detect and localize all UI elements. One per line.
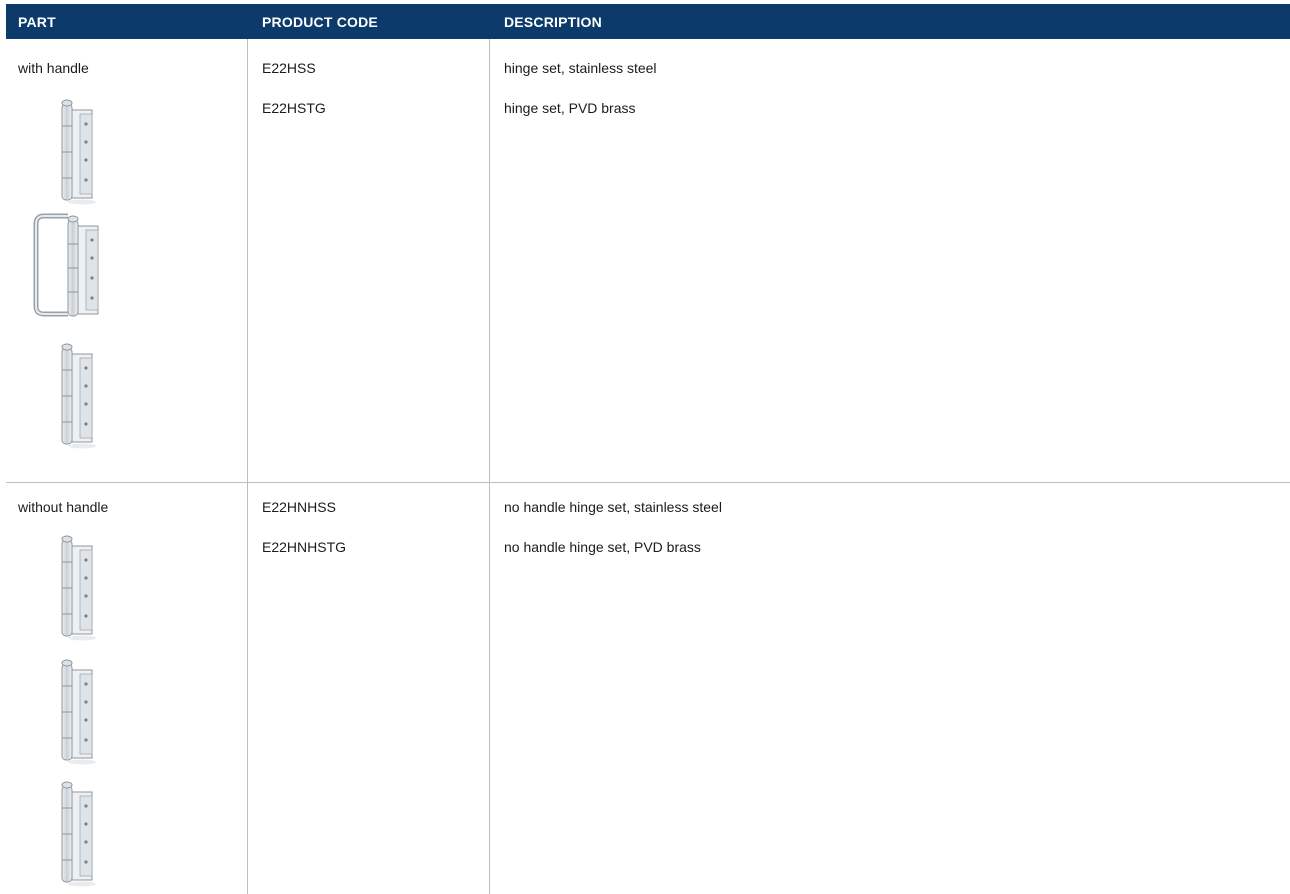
hinge-icon — [54, 532, 114, 642]
product-description: no handle hinge set, stainless steel — [504, 499, 722, 515]
part-label: without handle — [18, 499, 109, 515]
part-label: with handle — [18, 60, 89, 76]
hinge-icon — [54, 340, 114, 450]
handle-hinge-icon — [28, 206, 118, 326]
header-product-code: PRODUCT CODE — [262, 14, 378, 30]
product-description: hinge set, PVD brass — [504, 100, 636, 116]
product-description: no handle hinge set, PVD brass — [504, 539, 701, 555]
header-description: DESCRIPTION — [504, 14, 602, 30]
table-header: PART PRODUCT CODE DESCRIPTION — [6, 4, 1290, 39]
product-table: PART PRODUCT CODE DESCRIPTION with handl… — [6, 4, 1290, 894]
column-divider — [247, 39, 248, 894]
product-code: E22HNHSTG — [262, 539, 347, 555]
product-code: E22HNHSS — [262, 499, 336, 515]
column-divider — [489, 39, 490, 894]
header-part: PART — [18, 14, 56, 30]
product-code: E22HSTG — [262, 100, 326, 116]
product-description: hinge set, stainless steel — [504, 60, 657, 76]
hinge-icon — [54, 96, 114, 206]
hinge-icon — [54, 778, 114, 888]
row-divider — [6, 482, 1290, 483]
product-code: E22HSS — [262, 60, 316, 76]
hinge-icon — [54, 656, 114, 766]
